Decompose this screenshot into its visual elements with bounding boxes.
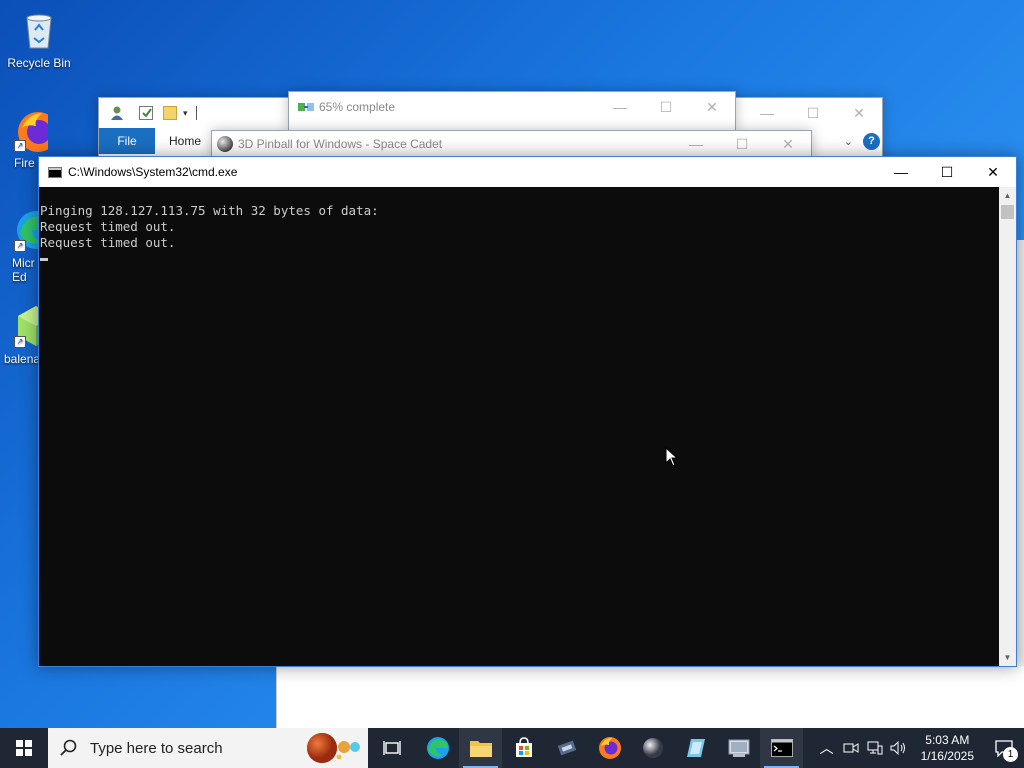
taskbar-store[interactable] — [502, 728, 545, 768]
close-button[interactable]: ✕ — [765, 131, 811, 157]
system-tray: ︿ 5:03 AM 1/16/2025 1 — [815, 728, 1024, 768]
app3-icon — [728, 739, 749, 757]
maximize-button[interactable]: ☐ — [790, 98, 836, 128]
folder-icon — [469, 741, 492, 757]
console-line: Request timed out. — [40, 219, 176, 234]
close-button[interactable]: ✕ — [836, 98, 882, 128]
minimize-button[interactable]: — — [673, 131, 719, 157]
pinball-title: 3D Pinball for Windows - Space Cadet — [238, 137, 443, 151]
shortcut-arrow-icon: ↗ — [14, 240, 26, 252]
taskbar-app3[interactable] — [717, 728, 760, 768]
maximize-button[interactable]: ☐ — [924, 157, 970, 187]
taskbar-search-box[interactable]: Type here to search — [48, 728, 368, 768]
firefox-icon — [598, 737, 621, 759]
clock-time: 5:03 AM — [925, 733, 970, 747]
desktop-icon-label: balena — [4, 352, 41, 366]
cmd-icon[interactable] — [48, 166, 62, 178]
maximize-button[interactable]: ☐ — [719, 131, 765, 157]
cmd-title: C:\Windows\System32\cmd.exe — [68, 165, 238, 179]
meet-now-icon[interactable] — [839, 741, 863, 755]
start-button[interactable] — [0, 728, 48, 768]
system-clock[interactable]: 5:03 AM 1/16/2025 — [911, 732, 984, 764]
recycle-bin-icon — [17, 8, 61, 52]
edge-icon: ↗ — [14, 208, 40, 252]
mouse-pointer-icon — [665, 446, 679, 472]
cmd-icon — [770, 739, 793, 757]
cmd-title-bar[interactable]: C:\Windows\System32\cmd.exe — ☐ ✕ — [39, 157, 1016, 187]
checkbox-icon[interactable] — [139, 106, 153, 120]
shortcut-arrow-icon: ↗ — [14, 140, 26, 152]
user-icon[interactable] — [109, 105, 125, 121]
scroll-up-arrow-icon[interactable]: ▲ — [999, 187, 1016, 204]
desktop-icon-label: Recycle Bin — [7, 56, 71, 70]
title-divider — [195, 106, 197, 120]
search-placeholder: Type here to search — [90, 739, 223, 757]
desktop-icon-balena[interactable]: ↗ balena — [0, 304, 42, 366]
explorer-content-area — [276, 666, 1024, 729]
explorer-side-panel — [1016, 240, 1024, 666]
show-hidden-icons-chevron-icon[interactable]: ︿ — [815, 738, 839, 758]
search-icon — [60, 739, 77, 756]
tab-home[interactable]: Home — [155, 134, 215, 148]
task-view-icon — [383, 741, 401, 755]
windows-logo-icon — [16, 740, 32, 756]
desktop-icon-edge[interactable]: ↗ Micr Ed — [0, 208, 40, 284]
action-center-button[interactable]: 1 — [984, 728, 1024, 768]
cmd-window[interactable]: C:\Windows\System32\cmd.exe — ☐ ✕ Pingin… — [38, 156, 1017, 667]
shortcut-arrow-icon: ↗ — [14, 336, 26, 348]
scroll-down-arrow-icon[interactable]: ▼ — [999, 649, 1016, 666]
scrollbar-thumb[interactable] — [1001, 205, 1014, 219]
notification-badge: 1 — [1003, 747, 1018, 762]
text-cursor — [40, 258, 48, 261]
copy-progress-dialog[interactable]: 65% complete — ☐ ✕ — [288, 91, 736, 131]
help-icon[interactable]: ? — [863, 132, 880, 150]
progress-title: 65% complete — [319, 100, 396, 114]
pinball-icon — [642, 738, 663, 758]
app2-icon — [686, 739, 705, 757]
tab-file[interactable]: File — [99, 128, 155, 154]
cmd-scrollbar[interactable]: ▲ ▼ — [999, 187, 1016, 666]
pinball-title-bar[interactable]: 3D Pinball for Windows - Space Cadet — ☐… — [212, 131, 811, 157]
cmd-console-output[interactable]: Pinging 128.127.113.75 with 32 bytes of … — [39, 187, 999, 666]
taskbar: Type here to search ︿ 5:03 AM 1/16/2025 … — [0, 728, 1024, 768]
clock-date: 1/16/2025 — [920, 749, 974, 763]
task-view-button[interactable] — [368, 728, 416, 768]
console-line: Pinging 128.127.113.75 with 32 bytes of … — [40, 203, 379, 218]
firefox-icon: ↗ — [14, 108, 48, 152]
pinball-icon — [217, 136, 233, 152]
network-icon[interactable] — [863, 741, 887, 755]
taskbar-file-explorer[interactable] — [459, 728, 502, 768]
volume-icon[interactable] — [887, 741, 911, 755]
quick-access-dropdown-icon[interactable]: ▾ — [183, 108, 188, 119]
maximize-button[interactable]: ☐ — [643, 92, 689, 122]
chevron-down-icon[interactable]: ⌄ — [844, 135, 853, 148]
taskbar-app[interactable] — [545, 728, 588, 768]
minimize-button[interactable]: — — [744, 98, 790, 128]
close-button[interactable]: ✕ — [689, 92, 735, 122]
taskbar-cmd[interactable] — [760, 728, 803, 768]
desktop-icon-recycle-bin[interactable]: Recycle Bin — [1, 8, 77, 70]
search-highlight-planets-icon — [302, 733, 362, 763]
app-icon — [557, 740, 576, 756]
taskbar-edge[interactable] — [416, 728, 459, 768]
desktop-icon-label: Micr Ed — [12, 256, 35, 284]
progress-title-bar[interactable]: 65% complete — ☐ ✕ — [289, 92, 735, 122]
minimize-button[interactable]: — — [597, 92, 643, 122]
folder-icon[interactable] — [163, 106, 177, 120]
store-icon — [515, 737, 532, 757]
taskbar-firefox[interactable] — [588, 728, 631, 768]
close-button[interactable]: ✕ — [970, 157, 1016, 187]
taskbar-pinball[interactable] — [631, 728, 674, 768]
taskbar-app2[interactable] — [674, 728, 717, 768]
console-line: Request timed out. — [40, 235, 176, 250]
copy-progress-icon — [298, 101, 314, 113]
edge-icon — [426, 737, 449, 759]
minimize-button[interactable]: — — [878, 157, 924, 187]
